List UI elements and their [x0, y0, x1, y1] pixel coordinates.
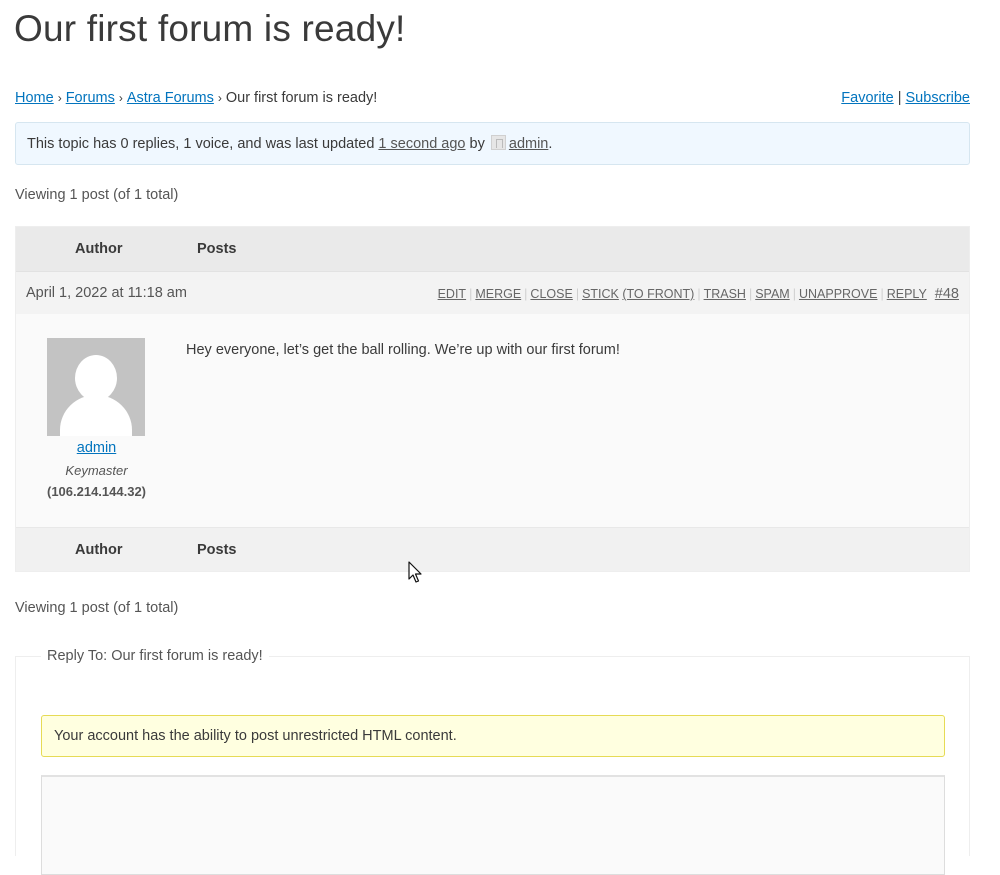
breadcrumb-home[interactable]: Home — [15, 90, 54, 106]
avatar-body-shape — [60, 395, 132, 436]
post-author-link[interactable]: admin — [77, 440, 117, 456]
post-author-ip: (106.214.144.32) — [46, 484, 147, 499]
merge-link[interactable]: MERGE — [475, 287, 521, 301]
pipe-separator: | — [469, 287, 473, 301]
reply-form-legend: Reply To: Our first forum is ready! — [41, 648, 269, 664]
posts-table-footer: Author Posts — [16, 527, 969, 571]
column-posts: Posts — [197, 241, 237, 257]
breadcrumb: Home › Forums › Astra Forums › Our first forum… — [15, 90, 377, 106]
reply-content-textarea[interactable] — [41, 775, 945, 875]
close-link[interactable]: CLOSE — [530, 287, 572, 301]
pipe-separator: | — [524, 287, 528, 301]
pagination-count-top: Viewing 1 post (of 1 total) — [15, 187, 179, 203]
posts-table-header: Author Posts — [16, 227, 969, 271]
breadcrumb-astra-forums[interactable]: Astra Forums — [127, 90, 214, 106]
favorite-link[interactable]: Favorite — [841, 90, 893, 106]
reply-link[interactable]: REPLY — [887, 287, 927, 301]
topic-info-by: by — [465, 136, 489, 152]
post-permalink[interactable]: #48 — [935, 286, 959, 302]
pagination-count-bottom: Viewing 1 post (of 1 total) — [15, 600, 179, 616]
pipe-separator: | — [748, 287, 753, 301]
post-header: April 1, 2022 at 11:18 am EDIT | MERGE | CLO… — [16, 271, 969, 314]
topic-info-text: This topic has 0 replies, 1 voice, and w… — [27, 136, 379, 152]
spam-link[interactable]: SPAM — [755, 287, 790, 301]
user-avatar-icon — [490, 135, 506, 150]
page-title: Our first forum is ready! — [14, 8, 406, 49]
stick-link[interactable]: STICK — [582, 287, 619, 301]
column-author: Author — [75, 542, 123, 558]
breadcrumb-current: Our first forum is ready! — [225, 90, 378, 106]
breadcrumb-separator: › — [57, 91, 62, 105]
post-author-name-wrap: admin — [16, 440, 177, 456]
post-admin-links: EDIT | MERGE | CLOSE | STICK (TO FRONT) | TRASH |… — [438, 286, 959, 302]
html-content-notice: Your account has the ability to post unr… — [41, 715, 945, 757]
post-date: April 1, 2022 at 11:18 am — [26, 285, 187, 301]
topic-actions-separator: | — [897, 90, 902, 106]
stick-to-front-link[interactable]: (TO FRONT) — [622, 287, 694, 301]
topic-info-notice: This topic has 0 replies, 1 voice, and w… — [15, 122, 970, 165]
post-content: Hey everyone, let’s get the ball rolling… — [186, 342, 620, 358]
breadcrumb-separator: › — [118, 91, 123, 105]
last-updated-link[interactable]: 1 second ago — [378, 136, 465, 152]
post-author-role: Keymaster — [65, 463, 128, 478]
edit-link[interactable]: EDIT — [438, 287, 466, 301]
post-body: admin Keymaster (106.214.144.32) Hey eve… — [16, 315, 969, 527]
trash-link[interactable]: TRASH — [704, 287, 746, 301]
pipe-separator: | — [697, 287, 701, 301]
unapprove-link[interactable]: UNAPPROVE — [799, 287, 878, 301]
breadcrumb-separator: › — [217, 91, 222, 105]
column-author: Author — [75, 241, 123, 257]
topic-actions: Favorite | Subscribe — [841, 90, 970, 106]
breadcrumb-forums[interactable]: Forums — [66, 90, 115, 106]
topic-author-link[interactable]: admin — [509, 136, 549, 152]
subscribe-link[interactable]: Subscribe — [906, 90, 970, 106]
reply-form: Reply To: Our first forum is ready! Your… — [15, 648, 970, 875]
topic-info-suffix: . — [548, 136, 553, 152]
column-posts: Posts — [197, 542, 237, 558]
pipe-separator: | — [880, 287, 884, 301]
pipe-separator: | — [792, 287, 796, 301]
pipe-separator: | — [575, 287, 580, 301]
default-avatar-icon[interactable] — [47, 338, 145, 436]
topic-posts-list: Author Posts April 1, 2022 at 11:18 am E… — [15, 226, 970, 572]
